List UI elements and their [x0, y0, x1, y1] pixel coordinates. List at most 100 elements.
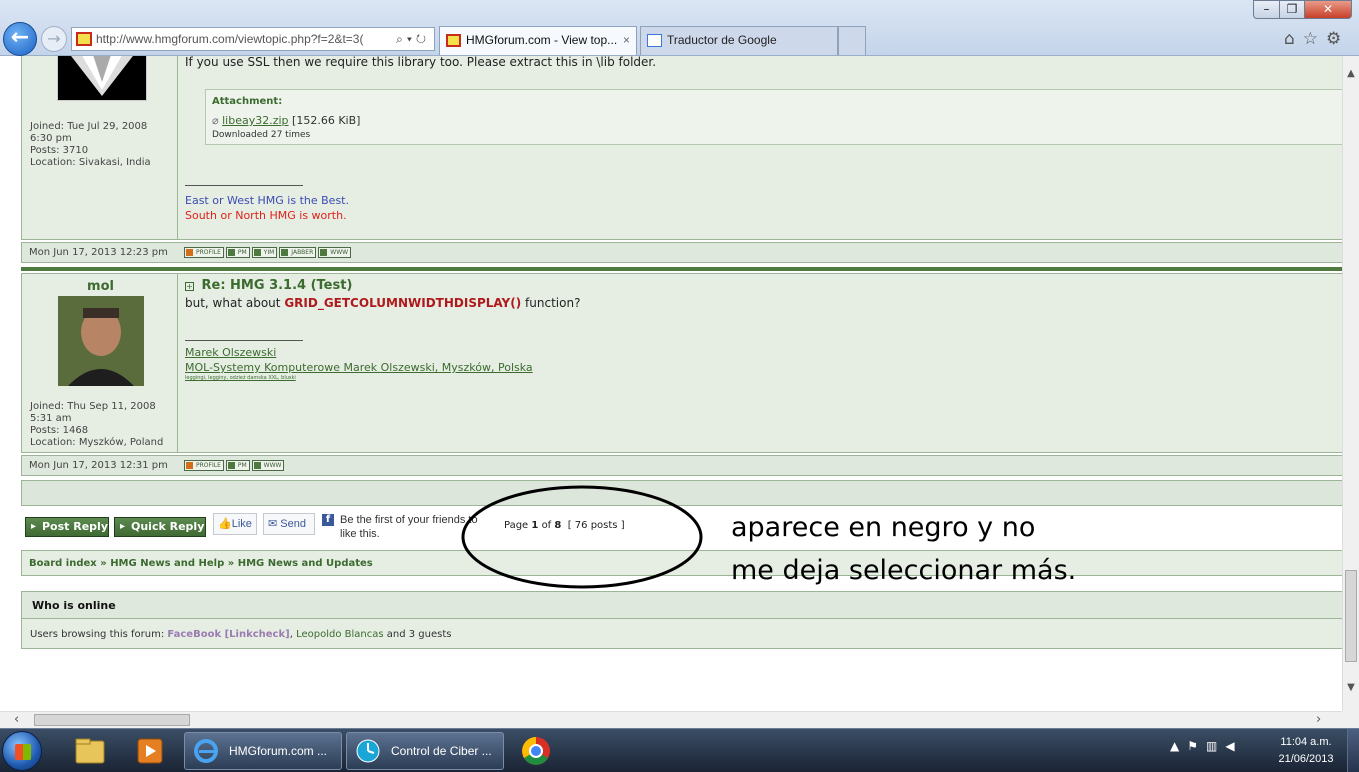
post-title[interactable]: Re: HMG 3.1.4 (Test)	[202, 278, 353, 293]
post-body-text: If you use SSL then we require this libr…	[185, 56, 657, 69]
pm-button[interactable]: PM	[225, 247, 250, 258]
post-body-text: but, what about GRID_GETCOLUMNWIDTHDISPL…	[185, 296, 580, 310]
hmg-favicon-icon	[446, 34, 461, 47]
www-button[interactable]: WWW	[251, 460, 285, 471]
tab-hmgforum[interactable]: HMGforum.com - View top... ×	[439, 26, 637, 55]
ie-icon	[194, 739, 218, 763]
maximize-icon[interactable]: ❐	[1279, 0, 1305, 19]
online-prefix: Users browsing this forum:	[30, 629, 165, 640]
who-is-online-header: Who is online	[22, 592, 1342, 619]
browser-chrome: ← → http://www.hmgforum.com/viewtopic.ph…	[0, 0, 1359, 56]
diamond-avatar-icon	[71, 56, 133, 96]
online-user-facebook[interactable]: FaceBook [Linkcheck]	[167, 629, 289, 640]
attachment-box: Attachment: ⌀ libeay32.zip [152.66 KiB] …	[205, 89, 1342, 145]
post-username[interactable]: mol	[23, 279, 178, 294]
tray-arrow-icon[interactable]: ▲	[1170, 739, 1187, 753]
home-icon[interactable]: ⌂	[1284, 29, 1303, 49]
jabber-button[interactable]: JABBER	[279, 247, 317, 258]
breadcrumb-news-updates[interactable]: HMG News and Updates	[238, 558, 373, 569]
post-content: If you use SSL then we require this libr…	[180, 56, 1342, 239]
favorites-star-icon[interactable]: ☆	[1303, 29, 1326, 49]
profile-joined-time: 6:30 pm	[30, 133, 72, 144]
vertical-scroll-thumb[interactable]	[1345, 570, 1357, 662]
post-title-row: + Re: HMG 3.1.4 (Test)	[185, 278, 352, 293]
explorer-icon[interactable]	[70, 733, 110, 769]
site-favicon-icon	[76, 32, 92, 46]
taskbar-item-ie[interactable]: HMGforum.com ...	[184, 732, 342, 770]
online-user-leopoldo[interactable]: Leopoldo Blancas	[296, 629, 384, 640]
breadcrumb-separator: »	[100, 558, 107, 569]
breadcrumb-news-help[interactable]: HMG News and Help	[110, 558, 224, 569]
taskbar-item-label: HMGforum.com ...	[229, 744, 328, 758]
close-window-icon[interactable]: ✕	[1304, 0, 1352, 19]
annotation-text-line-2: me deja seleccionar más.	[731, 555, 1077, 586]
thumbs-up-icon: 👍	[218, 518, 232, 530]
tab-label: Traductor de Google	[667, 33, 777, 47]
profile-button[interactable]: PROFILE	[184, 247, 224, 258]
profile-joined: Joined: Thu Sep 11, 2008	[30, 401, 156, 412]
fb-like-button[interactable]: 👍Like	[213, 513, 257, 535]
attachment-link[interactable]: libeay32.zip	[222, 114, 288, 127]
volume-icon[interactable]: ◀	[1225, 739, 1242, 753]
media-player-icon[interactable]	[130, 733, 170, 769]
address-tools-icon[interactable]: ⌕▾↻	[396, 28, 430, 50]
signature-divider	[185, 340, 303, 341]
horizontal-scroll-thumb[interactable]	[34, 714, 190, 726]
attachment-size: [152.66 KiB]	[292, 114, 361, 127]
clock-time: 11:04 a.m.	[1280, 736, 1332, 748]
taskbar-clock[interactable]: 11:04 a.m. 21/06/2013	[1270, 734, 1342, 768]
signature-line-2[interactable]: MOL-Systemy Komputerowe Marek Olszewski,…	[185, 361, 533, 374]
fb-send-label: Send	[280, 518, 306, 530]
fb-social-line-2: like this.	[340, 528, 380, 540]
send-icon: ✉	[268, 518, 281, 530]
taskbar: HMGforum.com ... Control de Ciber ... ▲⚑…	[0, 728, 1359, 772]
tab-close-icon[interactable]: ×	[623, 27, 630, 54]
profile-button[interactable]: PROFILE	[184, 460, 224, 471]
signature-line-2: South or North HMG is worth.	[185, 209, 347, 222]
signature-line-3[interactable]: leggingi, legginy, odzież damska XXL, bl…	[185, 375, 296, 381]
network-icon[interactable]: ▥	[1206, 739, 1225, 753]
back-button[interactable]: ←	[3, 22, 37, 56]
post-separator	[21, 267, 1342, 271]
post-icon: +	[185, 281, 194, 291]
new-tab-button[interactable]	[838, 26, 866, 55]
post-body-before: but, what about	[185, 296, 281, 310]
yim-button[interactable]: YIM	[251, 247, 278, 258]
scroll-right-icon[interactable]: ›	[1316, 712, 1321, 727]
post-contact-buttons: PROFILE PM YIM JABBER WWW	[184, 247, 353, 260]
tools-gear-icon[interactable]: ⚙	[1326, 29, 1349, 49]
start-button[interactable]	[2, 731, 42, 771]
minimize-icon[interactable]: –	[1253, 0, 1280, 19]
tab-google-translate[interactable]: Traductor de Google	[640, 26, 838, 55]
avatar	[57, 56, 147, 101]
post-date: Mon Jun 17, 2013 12:23 pm	[29, 247, 168, 258]
horizontal-scrollbar[interactable]: ‹ ›	[0, 711, 1342, 728]
taskbar-item-control-ciber[interactable]: Control de Ciber ...	[346, 732, 504, 770]
profile-joined-time: 5:31 am	[30, 413, 72, 424]
post-reply-button[interactable]: Post Reply	[25, 517, 109, 537]
translate-favicon-icon	[647, 34, 662, 47]
who-is-online-users: Users browsing this forum: FaceBook [Lin…	[30, 629, 452, 640]
pm-button[interactable]: PM	[225, 460, 250, 471]
scroll-up-icon[interactable]: ▲	[1343, 68, 1359, 79]
vertical-scrollbar[interactable]: ▲ ▼	[1342, 56, 1359, 711]
scrollbar-corner	[1342, 711, 1359, 728]
breadcrumb-board-index[interactable]: Board index	[29, 558, 97, 569]
chrome-icon[interactable]	[516, 733, 556, 769]
signature-line-1: East or West HMG is the Best.	[185, 194, 349, 207]
avatar	[58, 296, 144, 386]
show-desktop-button[interactable]	[1347, 729, 1359, 772]
fb-send-button[interactable]: ✉ Send	[263, 513, 315, 535]
signature-line-1[interactable]: Marek Olszewski	[185, 346, 276, 359]
clock-date: 21/06/2013	[1278, 753, 1334, 765]
address-bar[interactable]: http://www.hmgforum.com/viewtopic.php?f=…	[71, 27, 435, 51]
post-body-after: function?	[525, 296, 581, 310]
quick-reply-button[interactable]: Quick Reply	[114, 517, 206, 537]
action-center-flag-icon[interactable]: ⚑	[1187, 739, 1206, 753]
www-button[interactable]: WWW	[318, 247, 352, 258]
scroll-down-icon[interactable]: ▼	[1343, 682, 1359, 693]
window-controls: – ❐ ✕	[1253, 0, 1357, 19]
scroll-left-icon[interactable]: ‹	[14, 712, 19, 727]
profile-posts: Posts: 1468	[30, 425, 89, 436]
forward-button[interactable]: →	[41, 26, 67, 52]
